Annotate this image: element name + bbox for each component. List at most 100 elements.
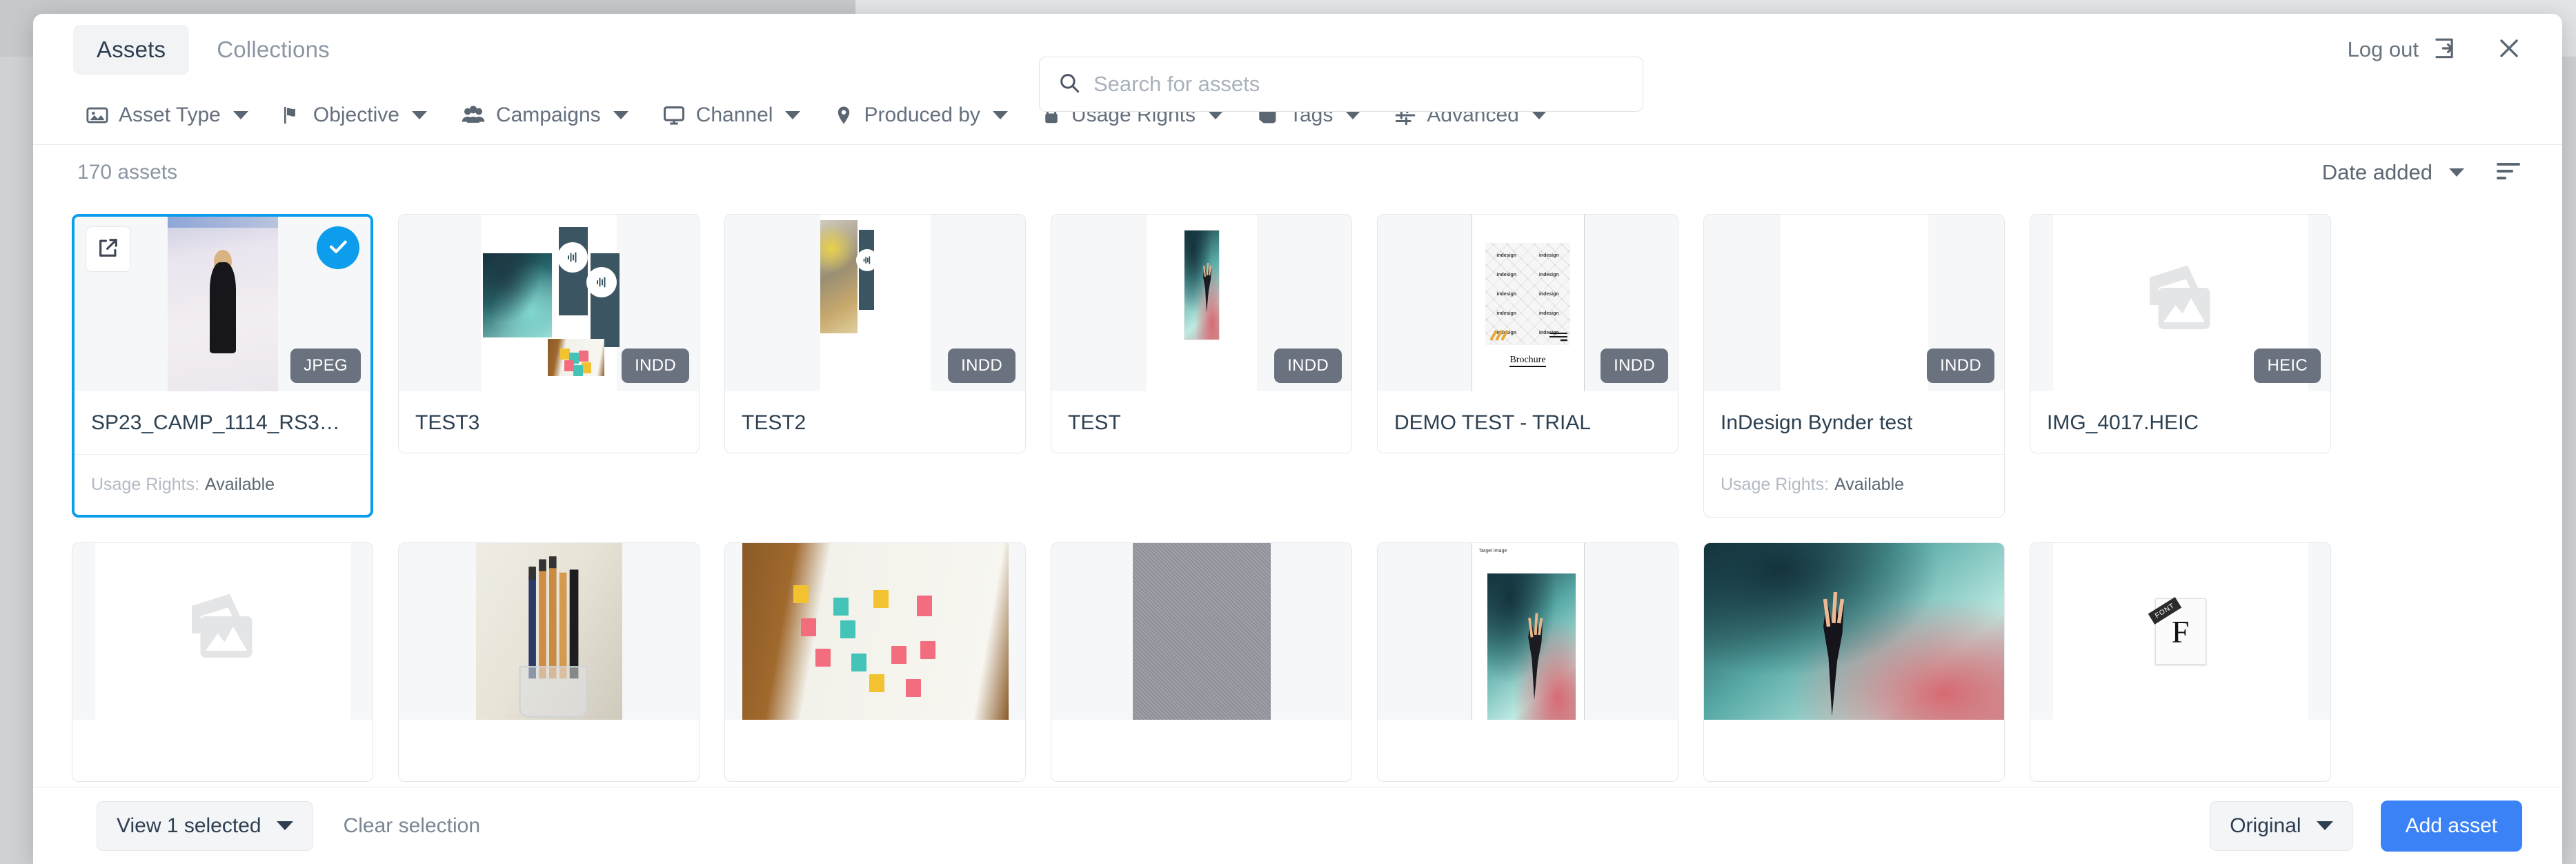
asset-card[interactable]: INDD InDesign Bynder test Usage Rights: … bbox=[1703, 214, 2005, 518]
window-header: Assets Collections Log out bbox=[33, 14, 2562, 86]
filter-produced-by-label: Produced by bbox=[864, 104, 980, 127]
check-icon bbox=[326, 235, 350, 262]
asset-card[interactable] bbox=[72, 542, 373, 782]
asset-name: InDesign Bynder test bbox=[1721, 411, 1912, 435]
size-dropdown[interactable]: Original bbox=[2210, 801, 2352, 851]
asset-thumbnail: indesignindesign indesignindesign indesi… bbox=[1378, 215, 1678, 391]
asset-meta: TEST2 bbox=[725, 391, 1025, 453]
sort-order-button[interactable] bbox=[2495, 159, 2522, 186]
tab-collections[interactable]: Collections bbox=[193, 25, 353, 75]
sort-by-label: Date added bbox=[2322, 160, 2433, 185]
asset-card[interactable]: INDD TEST3 bbox=[398, 214, 700, 453]
selected-check-badge[interactable] bbox=[317, 226, 359, 269]
asset-thumbnail: INDD bbox=[725, 215, 1025, 391]
flag-icon bbox=[281, 104, 304, 127]
asset-name: TEST bbox=[1068, 411, 1121, 435]
asset-thumbnail bbox=[725, 543, 1025, 720]
open-external-button[interactable] bbox=[86, 226, 131, 272]
asset-name: TEST2 bbox=[742, 411, 806, 435]
file-type-badge: INDD bbox=[1274, 348, 1342, 383]
view-selected-label: View 1 selected bbox=[117, 814, 261, 838]
asset-card[interactable] bbox=[398, 542, 700, 782]
asset-card[interactable] bbox=[724, 542, 1026, 782]
broken-image-icon bbox=[2129, 260, 2232, 346]
asset-grid-scroll[interactable]: JPEG SP23_CAMP_1114_RS3D0... Usage Right… bbox=[33, 203, 2562, 787]
tab-assets[interactable]: Assets bbox=[73, 25, 189, 75]
file-type-badge: HEIC bbox=[2254, 348, 2321, 383]
chevron-down-icon bbox=[613, 111, 628, 119]
usage-rights-row: Usage Rights: Available bbox=[75, 454, 370, 515]
asset-thumbnail: Target Image bbox=[1378, 543, 1678, 720]
brochure-caption: Brochure bbox=[1509, 355, 1545, 367]
asset-card[interactable] bbox=[1051, 542, 1352, 782]
chevron-down-icon bbox=[233, 111, 248, 119]
chevron-down-icon bbox=[1208, 111, 1223, 119]
asset-name: SP23_CAMP_1114_RS3D0... bbox=[91, 411, 354, 435]
asset-count: 170 assets bbox=[77, 161, 177, 184]
logout-icon bbox=[2431, 35, 2457, 65]
asset-card[interactable]: Target Image bbox=[1377, 542, 1678, 782]
asset-thumbnail bbox=[1051, 543, 1351, 720]
filter-channel[interactable]: Channel bbox=[662, 104, 834, 127]
filter-campaigns-label: Campaigns bbox=[496, 104, 601, 127]
asset-card[interactable]: INDD TEST2 bbox=[724, 214, 1026, 453]
asset-name: TEST3 bbox=[415, 411, 479, 435]
filter-campaigns[interactable]: Campaigns bbox=[460, 104, 662, 127]
sort-by-dropdown[interactable]: Date added bbox=[2322, 160, 2464, 185]
asset-card[interactable]: INDD TEST bbox=[1051, 214, 1352, 453]
filter-produced-by[interactable]: Produced by bbox=[833, 104, 1040, 127]
view-selected-dropdown[interactable]: View 1 selected bbox=[97, 801, 313, 851]
asset-picker-window: Assets Collections Log out bbox=[33, 14, 2562, 864]
asset-card[interactable]: F FONT bbox=[2030, 542, 2331, 782]
usage-rights-label: Usage Rights: bbox=[1721, 475, 1829, 495]
file-type-badge: INDD bbox=[1927, 348, 1994, 383]
tab-bar: Assets Collections bbox=[40, 25, 353, 75]
chevron-down-icon bbox=[785, 111, 800, 119]
tab-collections-label: Collections bbox=[217, 37, 330, 62]
search-box[interactable] bbox=[1039, 57, 1643, 112]
asset-name: DEMO TEST - TRIAL bbox=[1394, 411, 1591, 435]
search-input[interactable] bbox=[1093, 72, 1625, 97]
asset-card[interactable]: HEIC IMG_4017.HEIC bbox=[2030, 214, 2331, 453]
file-type-badge: INDD bbox=[1601, 348, 1668, 383]
usage-rights-row: Usage Rights: Available bbox=[1704, 454, 2004, 515]
usage-rights-value: Available bbox=[1834, 475, 1904, 495]
chevron-down-icon bbox=[993, 111, 1008, 119]
asset-card-selected[interactable]: JPEG SP23_CAMP_1114_RS3D0... Usage Right… bbox=[72, 214, 373, 518]
usage-rights-value: Available bbox=[205, 475, 275, 495]
filter-asset-type-label: Asset Type bbox=[119, 104, 221, 127]
add-asset-button[interactable]: Add asset bbox=[2381, 801, 2522, 852]
logout-button[interactable]: Log out bbox=[2348, 35, 2457, 65]
asset-thumbnail bbox=[399, 543, 699, 720]
asset-meta: DEMO TEST - TRIAL bbox=[1378, 391, 1678, 453]
asset-meta: InDesign Bynder test bbox=[1704, 391, 2004, 454]
filter-objective[interactable]: Objective bbox=[281, 104, 460, 127]
font-ribbon-label: FONT bbox=[2148, 597, 2181, 625]
asset-card[interactable]: indesignindesign indesignindesign indesi… bbox=[1377, 214, 1678, 453]
asset-thumbnail: INDD bbox=[1704, 215, 2004, 391]
clear-selection-button[interactable]: Clear selection bbox=[344, 814, 480, 838]
sort-descending-icon bbox=[2495, 159, 2522, 186]
file-type-badge: INDD bbox=[622, 348, 689, 383]
asset-card[interactable] bbox=[1703, 542, 2005, 782]
search-icon bbox=[1058, 71, 1093, 98]
thumbnail-smoke-hand bbox=[1704, 543, 2004, 720]
tab-assets-label: Assets bbox=[97, 37, 166, 62]
asset-thumbnail: INDD bbox=[399, 215, 699, 391]
results-toolbar: 170 assets Date added bbox=[33, 145, 2562, 200]
thumbnail-font-file: F FONT bbox=[2030, 543, 2330, 720]
close-button[interactable] bbox=[2496, 35, 2522, 65]
chevron-down-icon bbox=[2449, 168, 2464, 177]
thumbnail-doc-smoke: Target Image bbox=[1378, 543, 1678, 720]
people-icon bbox=[460, 104, 486, 127]
header-actions: Log out bbox=[2348, 14, 2522, 86]
search-container bbox=[1039, 57, 1643, 112]
filter-asset-type[interactable]: Asset Type bbox=[86, 104, 281, 127]
chevron-down-icon bbox=[277, 821, 293, 830]
asset-meta: IMG_4017.HEIC bbox=[2030, 391, 2330, 453]
file-type-badge: JPEG bbox=[290, 348, 361, 383]
asset-meta: SP23_CAMP_1114_RS3D0... bbox=[75, 391, 370, 454]
file-type-badge: INDD bbox=[948, 348, 1015, 383]
chevron-down-icon bbox=[412, 111, 427, 119]
open-external-icon bbox=[97, 236, 120, 263]
